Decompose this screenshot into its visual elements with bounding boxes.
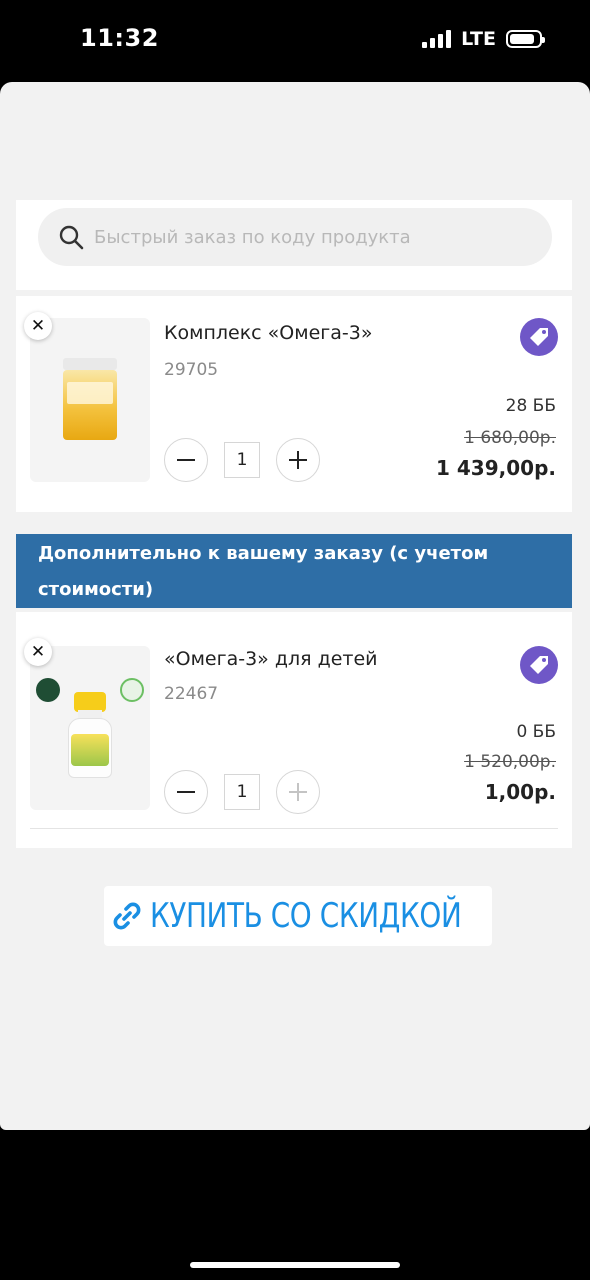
quantity-field[interactable]: 1 [224,774,260,810]
product-name[interactable]: Комплекс «Омега-3» [164,322,372,344]
signal-icon [422,30,452,48]
product-image[interactable] [30,646,150,810]
promo-link-label: КУПИТЬ СО СКИДКОЙ [150,896,462,936]
product-name[interactable]: «Омега-3» для детей [164,648,378,670]
additional-offer-banner: Дополнительно к вашему заказу (с учетом … [16,534,572,608]
divider [30,828,558,829]
additional-item: ✕ «Омега-3» для детей 22467 1 0 ББ 1 520… [16,612,572,848]
old-price: 1 680,00р. [464,428,556,448]
current-price: 1,00р. [484,780,556,804]
cart-sheet: ✕ Комплекс «Омега-3» 29705 1 28 ББ 1 680… [0,82,590,1130]
plus-icon [289,451,307,469]
decrease-quantity-button[interactable] [164,770,208,814]
close-icon: ✕ [30,316,46,336]
price-tag-icon [530,328,548,346]
discount-tag-button[interactable] [520,646,558,684]
quantity-field[interactable]: 1 [224,442,260,478]
increase-quantity-button[interactable] [276,770,320,814]
price-tag-icon [530,656,548,674]
home-indicator[interactable] [190,1262,400,1268]
product-code: 22467 [164,684,219,704]
cart-item: ✕ Комплекс «Омега-3» 29705 1 28 ББ 1 680… [16,296,572,512]
discount-link-sticker[interactable]: КУПИТЬ СО СКИДКОЙ [104,886,492,946]
link-icon [113,902,141,930]
quantity-stepper: 1 [164,438,320,482]
bonus-points: 28 ББ [505,396,556,416]
status-time: 11:32 [80,24,159,52]
decrease-quantity-button[interactable] [164,438,208,482]
product-image[interactable] [30,318,150,482]
status-indicators: LTE [422,28,545,50]
remove-item-button[interactable]: ✕ [24,312,52,340]
plus-icon [289,783,307,801]
close-icon: ✕ [30,642,46,662]
minus-icon [177,791,195,793]
network-label: LTE [461,28,496,50]
search-box[interactable] [38,208,552,266]
quantity-stepper: 1 [164,770,320,814]
discount-tag-button[interactable] [520,318,558,356]
bonus-points: 0 ББ [516,722,556,742]
product-code: 29705 [164,360,219,380]
search-input[interactable] [94,208,534,266]
status-bar: 11:32 LTE [0,0,590,80]
current-price: 1 439,00р. [436,456,556,480]
minus-icon [177,459,195,461]
old-price: 1 520,00р. [464,752,556,772]
search-panel [16,200,572,290]
remove-item-button[interactable]: ✕ [24,638,52,666]
search-icon [59,225,84,250]
increase-quantity-button[interactable] [276,438,320,482]
battery-icon [506,30,545,48]
